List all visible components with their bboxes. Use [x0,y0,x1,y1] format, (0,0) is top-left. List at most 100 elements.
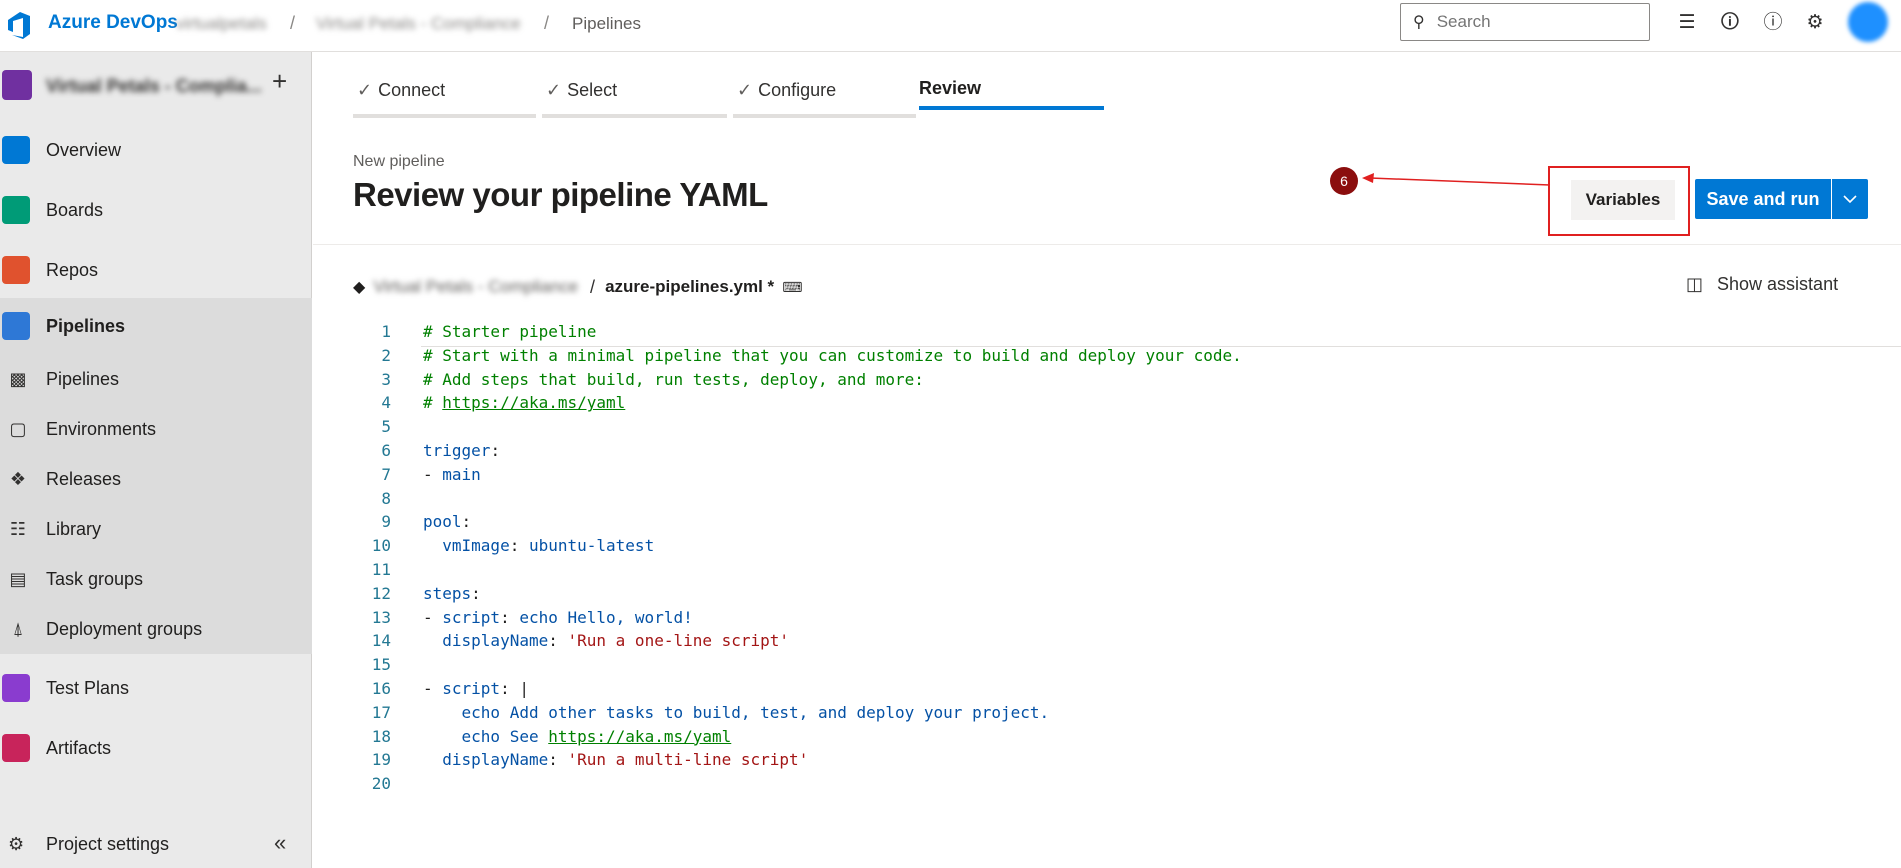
task-list-icon[interactable]: ☰ [1674,10,1700,36]
sidebar-subitem-pipelines[interactable]: ▩ Pipelines [0,354,312,404]
code-text: - main [423,465,481,484]
sidebar-item-boards[interactable]: Boards [0,182,312,238]
panel-icon: ◫ [1686,274,1704,294]
code-line[interactable]: 11 [353,560,1853,584]
line-number: 16 [371,679,391,698]
tab-underline [353,114,536,118]
code-token: steps [423,583,472,603]
sidebar-item-label: Test Plans [46,677,130,698]
collapse-sidebar-icon[interactable]: « [274,830,286,856]
avatar[interactable] [1848,2,1888,42]
line-number: 2 [381,345,391,365]
code-text: # Add steps that build, run tests, deplo… [423,370,924,389]
show-assistant-button[interactable]: ◫ Show assistant [1686,274,1838,295]
breadcrumb-page[interactable]: Pipelines [572,14,641,34]
code-line[interactable]: 13 - script: echo Hello, world! [353,608,1853,632]
save-dropdown-button[interactable] [1832,179,1868,219]
code-token: script [442,607,501,627]
code-token: # Starter pipeline [423,322,597,341]
code-line[interactable]: 8 [353,489,1853,513]
project-selector[interactable]: Virtual Petals - Complia... + [0,62,312,106]
sidebar-subitem-environments[interactable]: ▢ Environments [0,404,312,454]
code-token: - [423,679,443,698]
sidebar-subitem-releases[interactable]: ❖ Releases [0,454,312,504]
help-icon[interactable]: ⓘ [1760,10,1786,36]
code-line[interactable]: 20 [353,774,1853,798]
sidebar-item-repos[interactable]: Repos [0,242,312,298]
line-number: 14 [371,631,391,651]
sidebar-item-overview[interactable]: Overview [0,122,312,178]
code-line[interactable]: 17 echo Add other tasks to build, test, … [353,703,1853,727]
top-bar: Azure DevOps virtualpetals / Virtual Pet… [0,0,1901,52]
code-text: vmImage: ubuntu-latest [423,536,654,555]
sidebar-subitem-deployment-groups[interactable]: ⍋ Deployment groups [0,604,312,654]
tab-configure[interactable]: ✓ Configure [733,70,916,118]
sidebar-item-pipelines[interactable]: Pipelines [0,298,312,354]
page-title: Review your pipeline YAML [353,176,768,213]
save-and-run-button[interactable]: Save and run [1695,179,1831,219]
code-line[interactable]: 14 displayName: 'Run a one-line script' [353,631,1853,655]
code-line[interactable]: 6 trigger: [353,441,1853,465]
check-icon: ✓ [546,80,562,100]
code-line[interactable]: 18 echo See https://aka.ms/yaml [353,727,1853,751]
user-settings-icon[interactable]: ⚙ [1802,10,1828,36]
search-input[interactable] [1436,12,1637,32]
code-token: - [423,464,443,484]
line-number: 19 [371,750,391,770]
repo-name[interactable]: Virtual Petals - Compliance [373,277,578,297]
search-box[interactable]: ⚲ [1400,3,1650,41]
code-token: : [471,583,481,603]
code-line[interactable]: 2 # Start with a minimal pipeline that yo… [353,346,1853,370]
code-line[interactable]: 9 pool: [353,512,1853,536]
add-icon[interactable]: + [272,66,287,97]
breadcrumb-separator: / [544,13,550,33]
code-line[interactable]: 4 # https://aka.ms/yaml [353,393,1853,417]
tab-label: Select [567,80,618,100]
sidebar-subitem-label: Environments [46,418,157,439]
tab-select[interactable]: ✓ Select [542,70,727,118]
sidebar-subitem-library[interactable]: ☷ Library [0,504,312,554]
breadcrumb-project[interactable]: Virtual Petals - Compliance [316,14,521,34]
code-line[interactable]: 5 [353,417,1853,441]
line-number: 15 [371,655,391,675]
sidebar-item-test-plans[interactable]: Test Plans [0,660,312,716]
sidebar-item-artifacts[interactable]: Artifacts [0,720,312,776]
code-line[interactable]: 7 - main [353,465,1853,489]
code-token: : [500,679,520,698]
tab-review[interactable]: Review [919,70,1104,118]
variables-button[interactable]: Variables [1571,180,1675,220]
project-settings[interactable]: ⚙ Project settings « [0,824,312,864]
code-text: echo Add other tasks to build, test, and… [423,703,1050,722]
gear-icon: ⚙ [8,834,25,854]
code-token: : [548,631,568,651]
tab-connect[interactable]: ✓ Connect [353,70,536,118]
chevron-down-icon [1843,194,1857,203]
code-line[interactable]: 10 vmImage: ubuntu-latest [353,536,1853,560]
overview-icon [2,136,30,164]
code-line[interactable]: 1 # Starter pipeline [353,322,1853,346]
project-settings-label: Project settings [46,834,170,854]
line-number: 20 [371,774,391,794]
code-line[interactable]: 12 steps: [353,584,1853,608]
rename-icon[interactable]: ⌨ [782,279,802,296]
brand-name[interactable]: Azure DevOps [48,12,178,34]
code-line[interactable]: 19 displayName: 'Run a multi-line script… [353,750,1853,774]
line-number: 11 [371,560,391,579]
code-line[interactable]: 3 # Add steps that build, run tests, depl… [353,370,1853,394]
azure-devops-logo[interactable] [4,10,34,40]
check-icon: ✓ [737,80,753,100]
sidebar-subitem-label: Releases [46,468,122,489]
shopping-bag-icon[interactable]: 🛈 [1717,10,1743,36]
code-text: # https://aka.ms/yaml [423,393,625,412]
code-line[interactable]: 16 - script: | [353,679,1853,703]
sidebar-subitem-task-groups[interactable]: ▤ Task groups [0,554,312,604]
code-token: pool [423,512,462,532]
code-text: trigger: [423,441,500,460]
line-number: 17 [371,702,391,722]
project-name[interactable]: Virtual Petals - Complia... [46,76,262,97]
code-line[interactable]: 15 [353,655,1853,679]
breadcrumb-org[interactable]: virtualpetals [176,14,267,34]
